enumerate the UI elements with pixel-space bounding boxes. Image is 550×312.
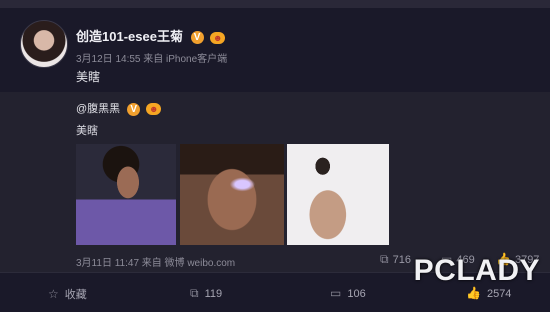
verified-badge-icon: V: [190, 31, 204, 45]
comment-icon: ▭: [330, 286, 342, 300]
repost-button[interactable]: ⧉ 119: [190, 286, 222, 301]
repost-stat-reposts[interactable]: ⧉ 716: [380, 252, 411, 267]
comment-button[interactable]: ▭ 106: [330, 286, 366, 300]
repost-text: 美瞎: [76, 125, 98, 137]
vip-badge-icon: ☻: [146, 103, 162, 116]
repost-meta: 3月11日 11:47 来自 微博 weibo.com: [76, 258, 236, 269]
author-name[interactable]: 创造101-esee王菊: [76, 29, 183, 44]
vip-badge-icon: ☻: [210, 31, 226, 44]
repost-card: @腹黑黑 V ☻ 美瞎 3月11日 11:47 来自 微博 weibo.com …: [0, 92, 550, 272]
top-bar: [0, 0, 550, 8]
post-meta: 3月12日 14:55 来自 iPhone客户端: [76, 54, 228, 65]
favorite-label: 收藏: [64, 289, 87, 301]
verified-badge-icon: V: [127, 102, 141, 116]
thumbs-up-icon: 👍: [466, 286, 481, 300]
star-icon: ☆: [48, 287, 59, 301]
repost-icon: ⧉: [190, 286, 199, 300]
weibo-post: 创造101-esee王菊 V ☻ 3月12日 14:55 来自 iPhone客户…: [0, 8, 550, 92]
like-button-count: 2574: [486, 288, 512, 300]
repost-icon: ⧉: [380, 252, 389, 266]
repost-author[interactable]: @腹黑黑 V ☻: [76, 100, 162, 116]
comment-button-count: 106: [347, 288, 366, 300]
post-author[interactable]: 创造101-esee王菊 V ☻: [76, 26, 226, 45]
post-text: 美瞎: [76, 70, 101, 84]
like-button[interactable]: 👍 2574: [466, 286, 511, 300]
watermark: PCLADY: [413, 254, 540, 287]
repost-button-count: 119: [204, 288, 223, 300]
repost-count: 716: [392, 254, 411, 266]
avatar[interactable]: [20, 20, 68, 68]
photo-thumbnail[interactable]: [180, 144, 284, 245]
favorite-button[interactable]: ☆ 收藏: [48, 286, 87, 302]
photo-thumbnail[interactable]: [287, 144, 389, 245]
repost-author-name[interactable]: @腹黑黑: [76, 103, 120, 115]
photo-thumbnail[interactable]: [76, 144, 176, 245]
